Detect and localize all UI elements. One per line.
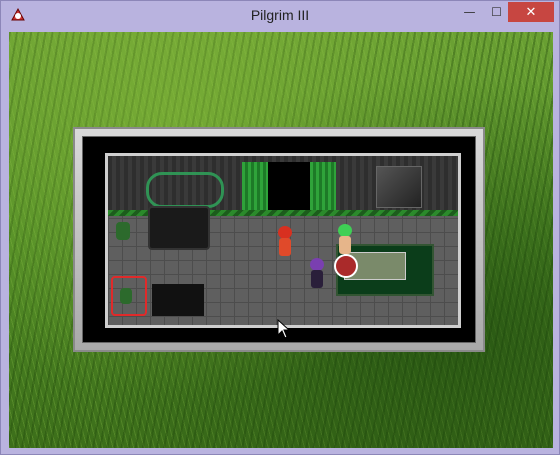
- frame-inner: [82, 136, 476, 343]
- npc-green-body: [339, 236, 351, 254]
- player-character[interactable]: [308, 258, 326, 288]
- maximize-icon: ☐: [491, 5, 502, 19]
- player-body: [311, 270, 323, 288]
- close-icon: ✕: [525, 4, 537, 20]
- red-stool[interactable]: [334, 254, 358, 278]
- selection-highlight: [111, 276, 147, 316]
- curtain-right: [310, 162, 336, 210]
- game-viewport[interactable]: [9, 32, 553, 448]
- app-window: Pilgrim III — ☐ ✕: [0, 0, 560, 455]
- minimize-icon: —: [463, 5, 476, 19]
- title-bar[interactable]: Pilgrim III — ☐ ✕: [1, 1, 559, 31]
- dark-rug: [152, 284, 204, 316]
- wall-decoration: [376, 166, 422, 208]
- npc-red-hair[interactable]: [276, 226, 294, 256]
- curtain-left: [242, 162, 268, 210]
- npc-red-body: [279, 238, 291, 256]
- vine-ornament: [146, 172, 224, 208]
- close-button[interactable]: ✕: [508, 2, 554, 22]
- room-scene[interactable]: [105, 153, 461, 328]
- mouse-cursor-icon: [277, 319, 291, 339]
- potted-plant-top[interactable]: [116, 222, 130, 240]
- sofa[interactable]: [148, 206, 210, 250]
- minimize-button[interactable]: —: [456, 2, 483, 22]
- maximize-button[interactable]: ☐: [483, 2, 510, 22]
- npc-green-hair[interactable]: [336, 224, 354, 254]
